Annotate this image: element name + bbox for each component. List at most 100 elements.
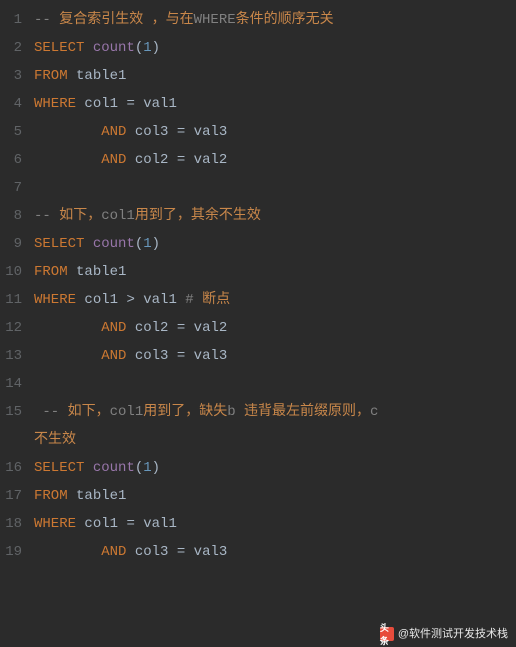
- code-line: 不生效: [0, 426, 516, 454]
- line-number: 17: [0, 482, 34, 510]
- token-ident: val1: [135, 96, 177, 112]
- token-comment: --: [34, 12, 59, 28]
- token-keyword: FROM: [34, 264, 68, 280]
- code-line: 12 AND col2 = val2: [0, 314, 516, 342]
- code-content: AND col3 = val3: [34, 342, 516, 370]
- line-number: 7: [0, 174, 34, 202]
- line-number: 16: [0, 454, 34, 482]
- code-content: WHERE col1 > val1 # 断点: [34, 286, 516, 314]
- line-number: 5: [0, 118, 34, 146]
- code-block: 1-- 复合索引生效 ，与在WHERE条件的顺序无关2SELECT count(…: [0, 0, 516, 566]
- token-ident: col1: [76, 516, 126, 532]
- token-num: 1: [143, 236, 151, 252]
- token-op: =: [177, 348, 185, 364]
- code-line: 7: [0, 174, 516, 202]
- code-line: 5 AND col3 = val3: [0, 118, 516, 146]
- token-comment-cn: 如下，: [59, 208, 101, 224]
- token-ident: col1: [76, 292, 126, 308]
- line-number: 14: [0, 370, 34, 398]
- token-ident: [34, 124, 101, 140]
- line-number: 6: [0, 146, 34, 174]
- token-keyword: WHERE: [34, 292, 76, 308]
- code-line: 4WHERE col1 = val1: [0, 90, 516, 118]
- token-keyword: AND: [101, 124, 126, 140]
- token-ident: col3: [126, 124, 176, 140]
- code-content: AND col2 = val2: [34, 146, 516, 174]
- line-number: 11: [0, 286, 34, 314]
- line-number: 8: [0, 202, 34, 230]
- line-number: 3: [0, 62, 34, 90]
- token-comment-cn: 不生效: [34, 432, 76, 448]
- code-content: -- 如下，col1用到了，其余不生效: [34, 202, 516, 230]
- token-ident: val2: [185, 152, 227, 168]
- token-keyword: WHERE: [34, 96, 76, 112]
- token-op: >: [126, 292, 134, 308]
- code-content: FROM table1: [34, 62, 516, 90]
- code-line: 2SELECT count(1): [0, 34, 516, 62]
- code-content: WHERE col1 = val1: [34, 510, 516, 538]
- token-paren: (: [135, 236, 143, 252]
- line-number: 13: [0, 342, 34, 370]
- code-line: 13 AND col3 = val3: [0, 342, 516, 370]
- token-ident: val3: [185, 348, 227, 364]
- code-line: 10FROM table1: [0, 258, 516, 286]
- line-number: 4: [0, 90, 34, 118]
- token-comment: c: [370, 404, 378, 420]
- token-comment: --: [34, 404, 68, 420]
- token-keyword: SELECT: [34, 40, 84, 56]
- token-ident: table1: [68, 488, 127, 504]
- code-line: 19 AND col3 = val3: [0, 538, 516, 566]
- token-keyword: AND: [101, 348, 126, 364]
- code-content: FROM table1: [34, 482, 516, 510]
- token-num: 1: [143, 460, 151, 476]
- code-line: 1-- 复合索引生效 ，与在WHERE条件的顺序无关: [0, 6, 516, 34]
- token-op: =: [126, 96, 134, 112]
- code-content: SELECT count(1): [34, 230, 516, 258]
- token-ident: [34, 152, 101, 168]
- code-content: AND col3 = val3: [34, 118, 516, 146]
- token-ident: col2: [126, 320, 176, 336]
- code-line: 15 -- 如下，col1用到了，缺失b 违背最左前缀原则，c: [0, 398, 516, 426]
- token-comment-cn: 用到了，缺失: [143, 404, 227, 420]
- token-ident: val1: [135, 292, 185, 308]
- token-ident: [84, 40, 92, 56]
- token-keyword: SELECT: [34, 460, 84, 476]
- token-ident: val3: [185, 124, 227, 140]
- token-comment-cn: 如下，: [68, 404, 110, 420]
- token-comment: col1: [110, 404, 144, 420]
- code-line: 17FROM table1: [0, 482, 516, 510]
- token-comment: --: [34, 208, 59, 224]
- code-line: 14: [0, 370, 516, 398]
- token-keyword: SELECT: [34, 236, 84, 252]
- token-ident: [34, 348, 101, 364]
- code-line: 9SELECT count(1): [0, 230, 516, 258]
- line-number: 15: [0, 398, 34, 426]
- code-line: 8-- 如下，col1用到了，其余不生效: [0, 202, 516, 230]
- token-paren: ): [152, 460, 160, 476]
- code-content: [34, 370, 516, 398]
- token-comment-cn: 复合索引生效 ，与在: [59, 12, 193, 28]
- code-line: 18WHERE col1 = val1: [0, 510, 516, 538]
- token-paren: (: [135, 460, 143, 476]
- line-number: 10: [0, 258, 34, 286]
- token-keyword: AND: [101, 152, 126, 168]
- line-number: 9: [0, 230, 34, 258]
- token-comment-cn: 用到了，其余不生效: [135, 208, 261, 224]
- token-paren: ): [152, 40, 160, 56]
- token-ident: [34, 320, 101, 336]
- line-number: 18: [0, 510, 34, 538]
- token-ident: val1: [135, 516, 177, 532]
- code-content: FROM table1: [34, 258, 516, 286]
- token-paren: (: [135, 40, 143, 56]
- code-content: SELECT count(1): [34, 454, 516, 482]
- code-content: WHERE col1 = val1: [34, 90, 516, 118]
- token-ident: col2: [126, 152, 176, 168]
- code-content: AND col3 = val3: [34, 538, 516, 566]
- token-hash: #: [185, 292, 202, 308]
- token-ident: [84, 236, 92, 252]
- token-ident: table1: [68, 264, 127, 280]
- code-content: AND col2 = val2: [34, 314, 516, 342]
- code-line: 6 AND col2 = val2: [0, 146, 516, 174]
- token-keyword: AND: [101, 544, 126, 560]
- token-comment-cn: 违背最左前缀原则，: [244, 404, 370, 420]
